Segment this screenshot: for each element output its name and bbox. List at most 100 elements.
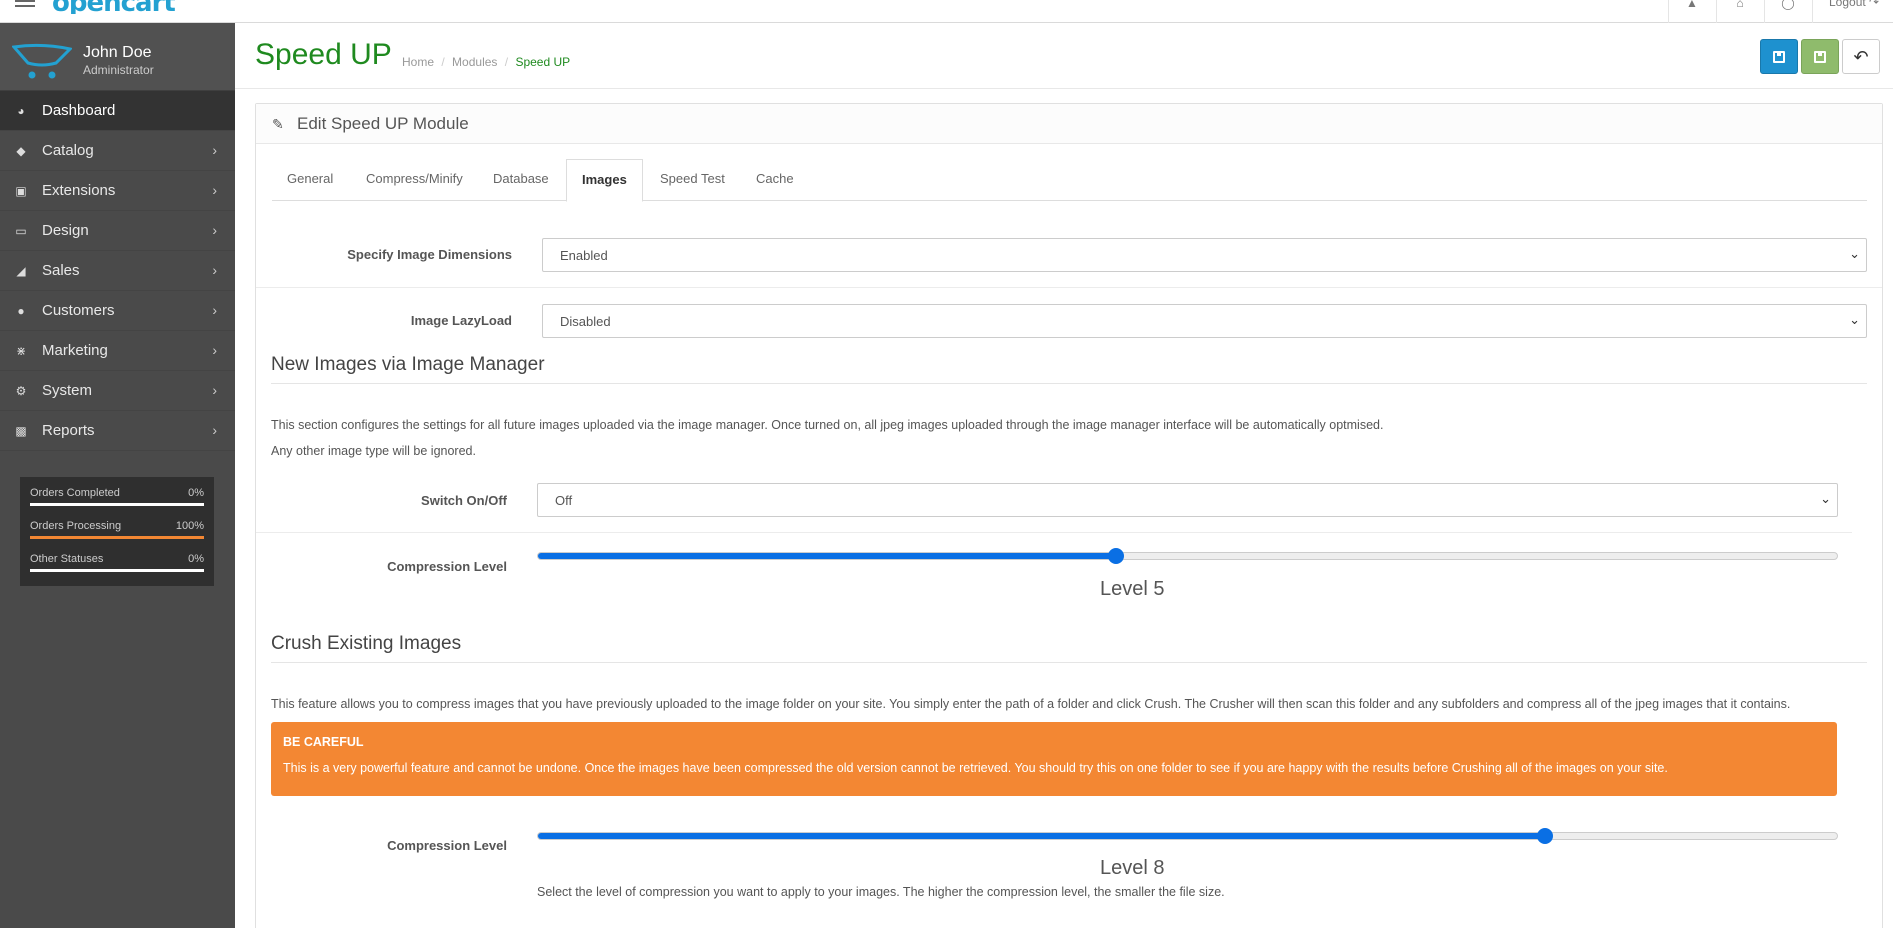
compression-slider[interactable]	[537, 548, 1838, 564]
header-divider	[235, 88, 1893, 89]
sidebar-item-extensions[interactable]: ▣ Extensions ›	[0, 171, 235, 211]
sidebar-item-sales[interactable]: ◢ Sales ›	[0, 251, 235, 291]
gear-icon: ⚙	[15, 384, 27, 398]
chevron-right-icon: ›	[212, 222, 217, 238]
crush-compression-label: Compression Level	[387, 838, 507, 853]
crush-images-title: Crush Existing Images	[271, 633, 462, 654]
order-stats: Orders Completed 0% Orders Processing 10…	[20, 477, 214, 586]
crush-compression-level-value: Level 8	[1100, 857, 1165, 879]
slider-fill	[538, 833, 1545, 839]
switch-select[interactable]: Off ⌄	[537, 483, 1838, 517]
user-name: John Doe	[83, 44, 152, 61]
slider-fill	[538, 553, 1117, 559]
stat-other-statuses: Other Statuses 0%	[30, 553, 204, 575]
home-icon[interactable]: ⌂	[1732, 0, 1748, 10]
tags-icon: ◆	[16, 144, 26, 158]
progress-bar	[30, 503, 204, 506]
user-role: Administrator	[83, 63, 154, 77]
save-icon	[1773, 50, 1785, 63]
chevron-right-icon: ›	[212, 342, 217, 358]
stat-orders-completed: Orders Completed 0%	[30, 487, 204, 509]
crush-compression-slider[interactable]	[537, 828, 1838, 844]
section-divider	[271, 662, 1867, 663]
crush-description: This feature allows you to compress imag…	[271, 697, 1791, 711]
header-divider	[1716, 0, 1717, 23]
chevron-down-icon: ⌄	[1820, 491, 1831, 506]
chevron-right-icon: ›	[212, 182, 217, 198]
logo[interactable]: opencart	[52, 0, 175, 14]
chevron-right-icon: ›	[212, 262, 217, 278]
panel-title: Edit Speed UP Module	[297, 114, 469, 133]
sign-out-icon: ↷	[1869, 0, 1880, 9]
desktop-icon: ▭	[15, 224, 27, 238]
header-divider	[1812, 0, 1813, 23]
back-button[interactable]: ↶	[1842, 39, 1880, 74]
new-images-note: Any other image type will be ignored.	[271, 444, 476, 458]
bell-icon[interactable]: ▲	[1684, 0, 1700, 10]
lazyload-label: Image LazyLoad	[410, 313, 512, 328]
bar-chart-icon: ▩	[15, 424, 27, 438]
user-profile[interactable]: John Doe Administrator	[0, 23, 235, 91]
chevron-right-icon: ›	[212, 142, 217, 158]
breadcrumb-modules[interactable]: Modules	[452, 55, 497, 69]
tab-compress-minify[interactable]: Compress/Minify	[351, 159, 478, 201]
reply-icon: ↶	[1853, 46, 1869, 67]
tab-images[interactable]: Images	[566, 159, 643, 202]
chevron-down-icon: ⌄	[1849, 312, 1860, 327]
opencart-cart-icon	[12, 43, 72, 79]
sidebar-item-marketing[interactable]: ⋇ Marketing ›	[0, 331, 235, 371]
tab-cache[interactable]: Cache	[741, 159, 809, 201]
tab-speed-test[interactable]: Speed Test	[645, 159, 740, 201]
breadcrumb-home[interactable]: Home	[402, 55, 434, 69]
tab-bar: General Compress/Minify Database Images …	[272, 159, 1867, 202]
breadcrumb-current[interactable]: Speed UP	[515, 55, 570, 69]
tab-database[interactable]: Database	[478, 159, 564, 201]
sidebar-item-dashboard[interactable]: ◕ Dashboard	[0, 91, 235, 131]
logout-link[interactable]: Logout ↷	[1829, 0, 1879, 9]
sidebar-item-system[interactable]: ⚙ System ›	[0, 371, 235, 411]
user-icon: ●	[17, 304, 25, 318]
save-and-stay-button[interactable]	[1801, 39, 1839, 74]
header-divider	[1764, 0, 1765, 23]
tab-general[interactable]: General	[272, 159, 348, 201]
cart-icon: ◢	[16, 264, 26, 278]
header-divider	[1668, 0, 1669, 23]
share-icon: ⋇	[15, 344, 27, 358]
sidebar-item-catalog[interactable]: ◆ Catalog ›	[0, 131, 235, 171]
save-icon	[1814, 50, 1826, 63]
menu-toggle-icon[interactable]	[15, 0, 35, 10]
top-header: opencart ▲ ⌂ ◯ Logout ↷	[0, 0, 1893, 23]
puzzle-icon: ▣	[15, 184, 27, 198]
sidebar: John Doe Administrator ◕ Dashboard ◆ Cat…	[0, 23, 235, 928]
save-button[interactable]	[1760, 39, 1798, 74]
dimensions-label: Specify Image Dimensions	[347, 247, 512, 262]
row-divider	[256, 532, 1852, 533]
chevron-down-icon: ⌄	[1849, 246, 1860, 261]
chevron-right-icon: ›	[212, 382, 217, 398]
dashboard-icon: ◕	[17, 104, 25, 118]
alert-text: This is a very powerful feature and cann…	[283, 761, 1668, 775]
warning-alert: BE CAREFUL This is a very powerful featu…	[271, 722, 1837, 796]
stat-orders-processing: Orders Processing 100%	[30, 520, 204, 542]
sidebar-item-design[interactable]: ▭ Design ›	[0, 211, 235, 251]
chevron-right-icon: ›	[212, 422, 217, 438]
panel-heading: ✎ Edit Speed UP Module	[256, 104, 1882, 144]
page-title: Speed UP	[255, 38, 392, 71]
slider-handle[interactable]	[1536, 828, 1553, 844]
section-divider	[271, 383, 1867, 384]
switch-label: Switch On/Off	[421, 493, 507, 508]
new-images-description: This section configures the settings for…	[271, 418, 1384, 432]
pencil-icon: ✎	[272, 116, 284, 132]
slider-handle[interactable]	[1108, 548, 1125, 564]
crush-compression-help: Select the level of compression you want…	[537, 885, 1225, 899]
sidebar-item-customers[interactable]: ● Customers ›	[0, 291, 235, 331]
lazyload-select[interactable]: Disabled ⌄	[542, 304, 1867, 338]
dimensions-select[interactable]: Enabled ⌄	[542, 238, 1867, 272]
sidebar-item-reports[interactable]: ▩ Reports ›	[0, 411, 235, 451]
compression-label: Compression Level	[387, 559, 507, 574]
life-ring-icon[interactable]: ◯	[1780, 0, 1796, 10]
compression-level-value: Level 5	[1100, 578, 1165, 600]
new-images-title: New Images via Image Manager	[271, 354, 545, 375]
chevron-right-icon: ›	[212, 302, 217, 318]
progress-bar	[30, 569, 204, 572]
